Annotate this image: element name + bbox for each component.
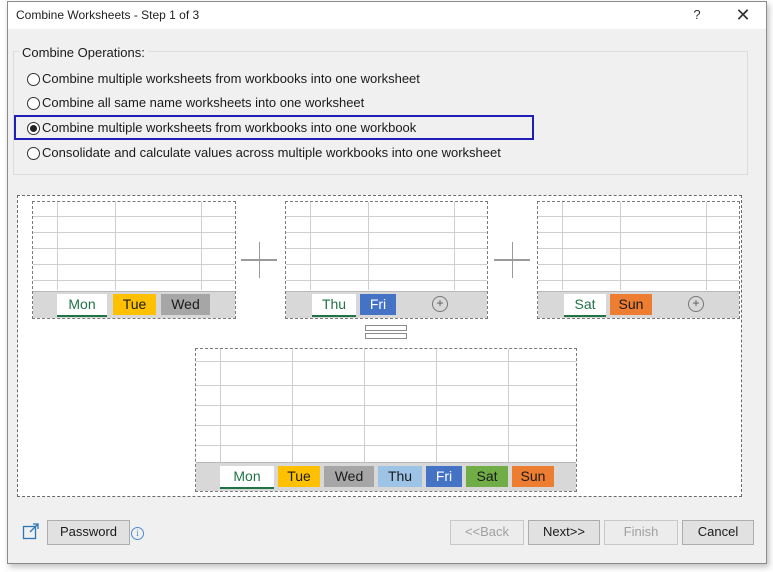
radio-button[interactable] [27, 97, 40, 110]
sheet-tab-thu[interactable]: Thu [312, 294, 356, 317]
sheet-tab-bar: Mon Tue Wed [33, 291, 235, 318]
sheet-tab-mon[interactable]: Mon [220, 466, 274, 489]
sheet-tab-sun[interactable]: Sun [610, 294, 652, 315]
next-button[interactable]: Next>> [528, 520, 600, 545]
cancel-button[interactable]: Cancel [682, 520, 754, 545]
sheet-tab-bar: Sat Sun + [538, 291, 739, 318]
sheet-tab-thu[interactable]: Thu [378, 466, 422, 487]
option-label: Combine all same name worksheets into on… [42, 95, 365, 110]
back-button[interactable]: <<Back [450, 520, 524, 545]
option-label: Combine multiple worksheets from workboo… [42, 71, 420, 86]
sheet-tab-wed[interactable]: Wed [324, 466, 374, 487]
sheet-tab-sat[interactable]: Sat [564, 294, 606, 317]
add-sheet-icon[interactable]: + [432, 296, 448, 312]
equals-symbol [365, 325, 407, 339]
sheet-tab-tue[interactable]: Tue [113, 294, 156, 315]
external-link-icon[interactable] [22, 522, 40, 540]
sheet-tab-wed[interactable]: Wed [161, 294, 210, 315]
combine-operations-label: Combine Operations: [19, 45, 148, 60]
password-button[interactable]: Password [47, 520, 130, 545]
sheet-tab-tue[interactable]: Tue [278, 466, 320, 487]
workbook-preview-1: Mon Tue Wed [32, 201, 236, 319]
sheet-grid [538, 202, 739, 290]
sheet-tab-bar: Mon Tue Wed Thu Fri Sat Sun [196, 462, 576, 491]
sheet-tab-mon[interactable]: Mon [57, 294, 107, 317]
window-title: Combine Worksheets - Step 1 of 3 [16, 8, 200, 22]
sheet-grid [286, 202, 487, 290]
info-icon[interactable]: i [131, 527, 144, 540]
result-workbook-preview: Mon Tue Wed Thu Fri Sat Sun [195, 348, 577, 492]
plus-symbol [241, 242, 277, 278]
plus-symbol [494, 242, 530, 278]
title-bar: Combine Worksheets - Step 1 of 3 ? ✕ [8, 2, 766, 29]
radio-button[interactable] [27, 73, 40, 86]
sheet-tab-fri[interactable]: Fri [360, 294, 396, 315]
workbook-preview-3: Sat Sun + [537, 201, 740, 319]
workbook-preview-2: Thu Fri + [285, 201, 488, 319]
option-label: Consolidate and calculate values across … [42, 145, 501, 160]
sheet-tab-sun[interactable]: Sun [512, 466, 554, 487]
add-sheet-icon[interactable]: + [688, 296, 704, 312]
sheet-grid [33, 202, 235, 290]
sheet-tab-fri[interactable]: Fri [426, 466, 462, 487]
sheet-tab-sat[interactable]: Sat [466, 466, 508, 487]
close-button[interactable]: ✕ [730, 5, 756, 25]
radio-button[interactable] [27, 147, 40, 160]
option-label: Combine multiple worksheets from workboo… [42, 120, 417, 135]
finish-button[interactable]: Finish [604, 520, 678, 545]
help-button[interactable]: ? [684, 5, 710, 25]
radio-button-selected[interactable] [27, 122, 40, 135]
sheet-tab-bar: Thu Fri + [286, 291, 487, 318]
sheet-grid [196, 349, 576, 463]
